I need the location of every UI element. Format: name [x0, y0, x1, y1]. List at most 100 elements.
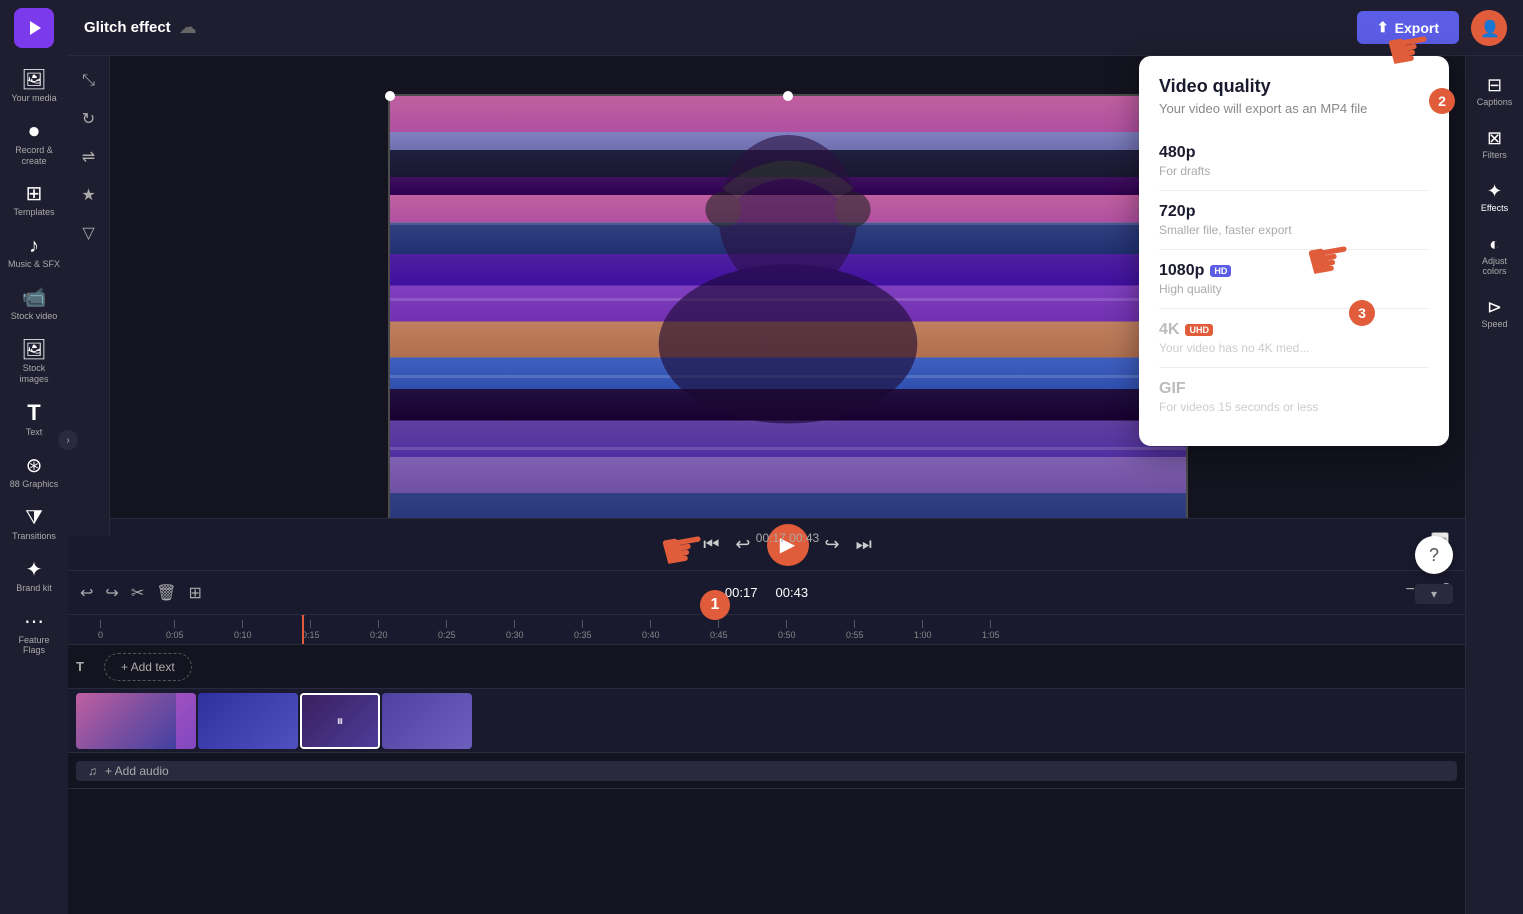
- video-clip-1[interactable]: [76, 693, 196, 749]
- sidebar-item-captions[interactable]: ⊟ Captions: [1469, 68, 1521, 115]
- timeline-toolbar: ↩ ↪ ✂ 🗑 ⊞ 00:17 00:43 − + ⤢: [68, 571, 1465, 615]
- record-icon: ⏺: [29, 122, 39, 142]
- adjust-colors-icon: ◐: [1489, 235, 1500, 253]
- music-icon: ♪: [29, 236, 39, 256]
- quality-option-480p[interactable]: 480p For drafts: [1159, 132, 1429, 191]
- hd-badge: HD: [1210, 265, 1231, 277]
- ruler-mark-8: 0:40: [642, 620, 660, 640]
- add-audio-button[interactable]: + Add audio: [105, 764, 169, 778]
- quality-name-gif: GIF: [1159, 380, 1429, 398]
- quality-name-480p: 480p: [1159, 144, 1429, 162]
- ruler-mark-6: 0:30: [506, 620, 524, 640]
- video-glitch-display: [390, 96, 1186, 547]
- zoom-out-button[interactable]: −: [1406, 581, 1415, 599]
- stock-video-icon: 📹: [22, 288, 47, 308]
- scroll-indicator[interactable]: ▾: [1415, 584, 1453, 604]
- quality-option-720p[interactable]: 720p Smaller file, faster export: [1159, 191, 1429, 250]
- ruler-mark-5: 0:25: [438, 620, 456, 640]
- transitions-icon: ⧩: [25, 508, 43, 528]
- timeline-playhead[interactable]: [302, 615, 304, 644]
- forward-button[interactable]: ↪: [825, 534, 840, 555]
- sidebar-item-adjust-colors[interactable]: ◐ Adjust colors: [1469, 227, 1521, 284]
- pause-icon: ⏸: [337, 712, 344, 729]
- ruler-mark-7: 0:35: [574, 620, 592, 640]
- brand-kit-icon: ✦: [26, 560, 43, 580]
- quality-option-1080p[interactable]: 1080p HD High quality: [1159, 250, 1429, 309]
- crop-tool[interactable]: ⤡: [72, 64, 106, 98]
- video-clip-2[interactable]: [198, 693, 298, 749]
- handle-top-mid[interactable]: [783, 91, 793, 101]
- sidebar-item-effects[interactable]: ✦ Effects: [1469, 174, 1521, 221]
- timeline-ruler: 0 0:05 0:10 0:15 0:20 0:25 0:30 0:35 0:4…: [68, 615, 1465, 645]
- app-logo[interactable]: [14, 8, 54, 48]
- quality-name-1080p: 1080p HD: [1159, 262, 1429, 280]
- delete-button[interactable]: 🗑: [156, 583, 176, 603]
- quality-option-4k[interactable]: 4K UHD Your video has no 4K med...: [1159, 309, 1429, 368]
- video-clip-4[interactable]: [382, 693, 472, 749]
- video-track: ⏸: [68, 689, 1465, 753]
- stock-images-icon: 🖼: [21, 340, 46, 360]
- video-preview: [388, 94, 1188, 549]
- captions-icon: ⊟: [1487, 76, 1502, 94]
- duplicate-button[interactable]: ⊞: [189, 583, 202, 603]
- user-avatar[interactable]: 👤: [1471, 10, 1507, 46]
- ruler-mark-3: 0:15: [302, 620, 320, 640]
- media-icon: 🖼: [21, 70, 46, 90]
- sidebar-item-feature-flags[interactable]: ⋯ Feature Flags: [4, 604, 64, 665]
- canvas-toolbar: ⤡ ↻ ⇌ ★ ▽: [68, 56, 110, 536]
- sidebar-item-graphics[interactable]: ⊛ 88 Graphics: [4, 448, 64, 498]
- quality-desc-gif: For videos 15 seconds or less: [1159, 400, 1429, 414]
- audio-track: ♫ + Add audio: [68, 753, 1465, 789]
- skip-forward-button[interactable]: ⏭: [856, 534, 872, 555]
- sidebar-item-music-sfx[interactable]: ♪ Music & SFX: [4, 228, 64, 278]
- more-tool[interactable]: ▽: [72, 216, 106, 250]
- undo-button[interactable]: ↩: [80, 583, 93, 603]
- flip-tool[interactable]: ⇌: [72, 140, 106, 174]
- sidebar-item-your-media[interactable]: 🖼 Your media: [4, 62, 64, 112]
- sidebar-item-stock-video[interactable]: 📹 Stock video: [4, 280, 64, 330]
- quality-subtitle: Your video will export as an MP4 file: [1159, 101, 1429, 116]
- cursor-badge-1: 1: [700, 590, 730, 620]
- quality-desc-1080p: High quality: [1159, 282, 1429, 296]
- cut-button[interactable]: ✂: [131, 583, 144, 603]
- sidebar-item-text[interactable]: T Text: [4, 394, 64, 446]
- cursor-badge-3: 3: [1349, 300, 1375, 326]
- topbar: Glitch effect ☁ ⬆ Export 👤: [68, 0, 1523, 56]
- ai-tool[interactable]: ★: [72, 178, 106, 212]
- timeline-area: ↩ ↪ ✂ 🗑 ⊞ 00:17 00:43 − + ⤢ 0 0:05 0:10 …: [68, 570, 1465, 914]
- sidebar-item-transitions[interactable]: ⧩ Transitions: [4, 500, 64, 550]
- sidebar-item-stock-images[interactable]: 🖼 Stock images: [4, 332, 64, 393]
- templates-icon: ⊞: [26, 184, 43, 204]
- sidebar-item-templates[interactable]: ⊞ Templates: [4, 176, 64, 226]
- help-button[interactable]: ?: [1415, 536, 1453, 574]
- timeline-time: 00:17 00:43: [725, 585, 808, 600]
- quality-desc-4k: Your video has no 4K med...: [1159, 341, 1429, 355]
- quality-desc-480p: For drafts: [1159, 164, 1429, 178]
- sidebar-item-brand-kit[interactable]: ✦ Brand kit: [4, 552, 64, 602]
- rotate-tool[interactable]: ↻: [72, 102, 106, 136]
- svg-text:👤: 👤: [1480, 19, 1500, 38]
- quality-title: Video quality: [1159, 76, 1429, 97]
- quality-desc-720p: Smaller file, faster export: [1159, 223, 1429, 237]
- ruler-mark-9: 0:45: [710, 620, 728, 640]
- ruler-mark-10: 0:50: [778, 620, 796, 640]
- cloud-save-icon[interactable]: ☁: [179, 17, 197, 38]
- filters-icon: ⊠: [1487, 129, 1502, 147]
- quality-dropdown: Video quality Your video will export as …: [1139, 56, 1449, 446]
- quality-option-gif[interactable]: GIF For videos 15 seconds or less: [1159, 368, 1429, 426]
- rewind-button[interactable]: ↩: [735, 534, 750, 555]
- cursor-badge-2: 2: [1429, 88, 1455, 114]
- feature-flags-icon: ⋯: [24, 612, 44, 632]
- text-track: T + Add text: [68, 645, 1465, 689]
- redo-button[interactable]: ↪: [105, 583, 118, 603]
- sidebar-item-filters[interactable]: ⊠ Filters: [1469, 121, 1521, 168]
- sidebar-collapse-btn[interactable]: ›: [58, 430, 78, 450]
- add-text-button[interactable]: + Add text: [104, 653, 192, 681]
- video-clip-3[interactable]: ⏸: [300, 693, 380, 749]
- sidebar-item-speed[interactable]: ⊳ Speed: [1469, 290, 1521, 337]
- project-title: Glitch effect: [84, 19, 171, 36]
- sidebar-left: 🖼 Your media ⏺ Record &create ⊞ Template…: [0, 0, 68, 914]
- sidebar-item-record-create[interactable]: ⏺ Record &create: [4, 114, 64, 175]
- handle-top-left[interactable]: [385, 91, 395, 101]
- uhd-badge: UHD: [1185, 324, 1213, 336]
